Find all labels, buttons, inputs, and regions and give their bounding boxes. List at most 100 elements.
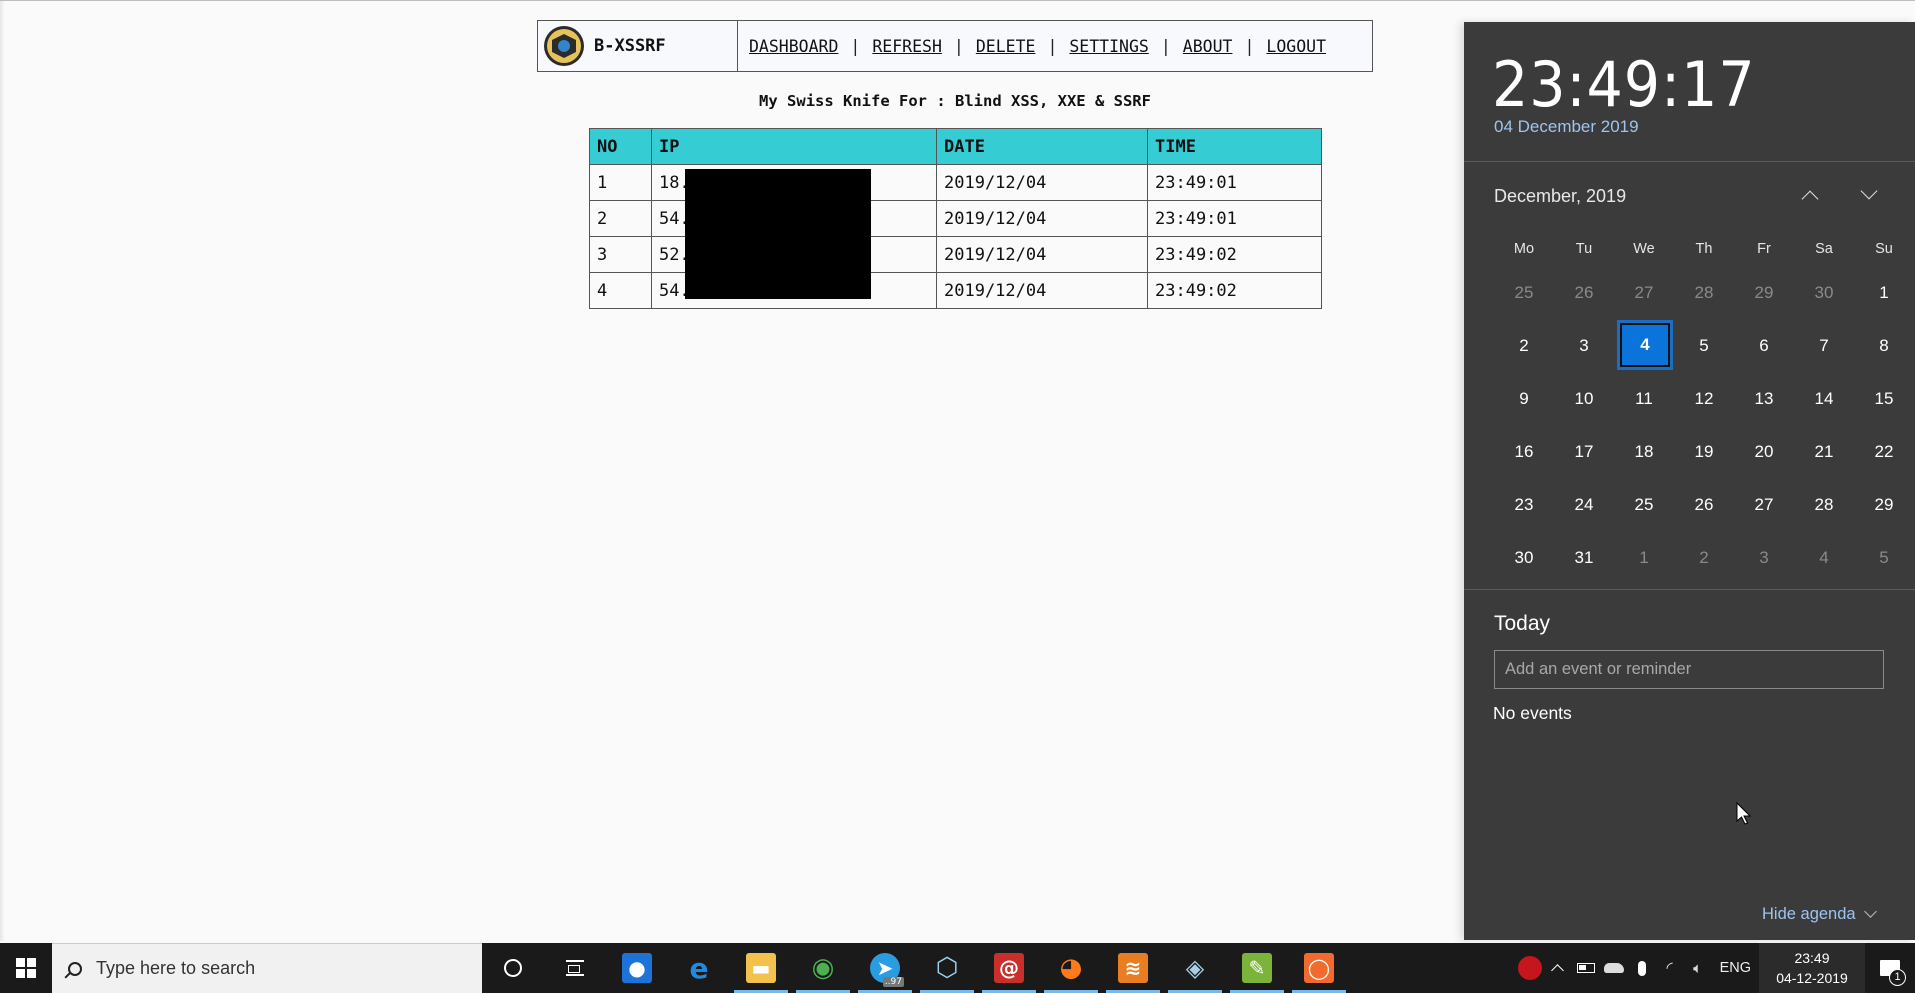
calendar-day[interactable]: 16 xyxy=(1494,425,1554,478)
taskbar-clock[interactable]: 23:49 04-12-2019 xyxy=(1759,943,1865,993)
nav-refresh[interactable]: REFRESH xyxy=(872,37,942,56)
calendar-day[interactable]: 31 xyxy=(1554,531,1614,584)
calendar-day[interactable]: 21 xyxy=(1794,425,1854,478)
hide-agenda-button[interactable]: Hide agenda xyxy=(1762,905,1877,924)
tray-bug-app[interactable] xyxy=(1516,943,1544,993)
calendar-day[interactable]: 3 xyxy=(1554,319,1614,372)
calendar-day[interactable]: 4 xyxy=(1794,531,1854,584)
calendar-day[interactable]: 17 xyxy=(1554,425,1614,478)
microphone-button[interactable] xyxy=(1628,943,1656,993)
unread-badge: ..97 xyxy=(882,977,904,987)
calendar-day[interactable]: 22 xyxy=(1854,425,1914,478)
taskbar-app-virtualbox[interactable]: ⬡ xyxy=(916,943,978,993)
calendar-day[interactable]: 3 xyxy=(1734,531,1794,584)
calendar-day[interactable]: 13 xyxy=(1734,372,1794,425)
calendar-day[interactable]: 12 xyxy=(1674,372,1734,425)
taskbar-app-firefox[interactable]: ◕ xyxy=(1040,943,1102,993)
tagline: My Swiss Knife For : Blind XSS, XXE & SS… xyxy=(759,92,1151,110)
taskbar-app-edge[interactable]: e xyxy=(668,943,730,993)
calendar-day[interactable]: 20 xyxy=(1734,425,1794,478)
calendar-day[interactable]: 30 xyxy=(1494,531,1554,584)
sublime-text-icon: ≋ xyxy=(1118,953,1148,983)
taskbar-app-sublime-text[interactable]: ≋ xyxy=(1102,943,1164,993)
edge-icon: e xyxy=(684,952,714,985)
column-header-time: TIME xyxy=(1147,128,1322,165)
weekday-header: Su xyxy=(1875,241,1893,257)
cell-date: 2019/12/04 xyxy=(936,200,1148,237)
nav-logout[interactable]: LOGOUT xyxy=(1266,37,1326,56)
bug-app-icon xyxy=(1517,956,1542,980)
next-month-button[interactable] xyxy=(1854,180,1884,210)
taskbar-app-file-explorer[interactable]: ▬ xyxy=(730,943,792,993)
calendar-day[interactable]: 26 xyxy=(1554,266,1614,319)
calendar-day[interactable]: 8 xyxy=(1854,319,1914,372)
cell-no: 1 xyxy=(589,164,652,201)
microphone-icon xyxy=(1637,960,1646,976)
calendar-day[interactable]: 26 xyxy=(1674,478,1734,531)
calendar-day[interactable]: 11 xyxy=(1614,372,1674,425)
calendar-day[interactable]: 27 xyxy=(1614,266,1674,319)
calendar-day[interactable]: 27 xyxy=(1734,478,1794,531)
action-center-button[interactable]: 1 xyxy=(1865,943,1915,993)
calendar-day[interactable]: 25 xyxy=(1494,266,1554,319)
calendar-day[interactable]: 9 xyxy=(1494,372,1554,425)
taskbar-app-screen-recorder[interactable]: ◯ xyxy=(1288,943,1350,993)
calendar-day[interactable]: 15 xyxy=(1854,372,1914,425)
show-hidden-icons-button[interactable] xyxy=(1544,943,1572,993)
previous-month-button[interactable] xyxy=(1795,180,1825,210)
calendar-day-today[interactable]: 4 xyxy=(1614,319,1674,372)
calendar-day[interactable]: 29 xyxy=(1854,478,1914,531)
task-view-button[interactable] xyxy=(544,943,606,993)
divider xyxy=(1464,589,1915,590)
add-event-input[interactable] xyxy=(1494,650,1884,689)
cloud-icon xyxy=(1603,963,1624,973)
start-button[interactable] xyxy=(0,943,52,993)
onedrive-button[interactable] xyxy=(1600,943,1628,993)
calendar-day[interactable]: 5 xyxy=(1674,319,1734,372)
calendar-day[interactable]: 10 xyxy=(1554,372,1614,425)
calendar-day[interactable]: 1 xyxy=(1854,266,1914,319)
calendar-day[interactable]: 6 xyxy=(1734,319,1794,372)
calendar-day[interactable]: 2 xyxy=(1494,319,1554,372)
calendar-grid: Mo Tu We Th Fr Sa Su 25 26 27 28 29 30 1 2 3 4 5 6 7 8 9 10 11 1… xyxy=(1494,232,1914,584)
volume-button[interactable]: 🔈︎ xyxy=(1684,943,1712,993)
calendar-day[interactable]: 24 xyxy=(1554,478,1614,531)
calendar-day[interactable]: 1 xyxy=(1614,531,1674,584)
calendar-day[interactable]: 29 xyxy=(1734,266,1794,319)
taskbar-app-telegram[interactable]: ➤ ..97 xyxy=(854,943,916,993)
nav-about[interactable]: ABOUT xyxy=(1183,37,1233,56)
taskbar-search-box[interactable]: Type here to search xyxy=(52,943,482,993)
calendar-day[interactable]: 19 xyxy=(1674,425,1734,478)
brand[interactable]: B-XSSRF xyxy=(538,21,738,71)
calendar-day[interactable]: 28 xyxy=(1794,478,1854,531)
network-button[interactable]: ◜ xyxy=(1656,943,1684,993)
calendar-day[interactable]: 30 xyxy=(1794,266,1854,319)
nav-delete[interactable]: DELETE xyxy=(976,37,1036,56)
calendar-day[interactable]: 7 xyxy=(1794,319,1854,372)
vpn-eye-icon: ◈ xyxy=(1180,953,1210,983)
search-icon xyxy=(68,961,82,976)
nav-dashboard[interactable]: DASHBOARD xyxy=(749,37,838,56)
taskbar-app-notepad-plus[interactable]: ✎ xyxy=(1226,943,1288,993)
taskbar: Type here to search ● e ▬ ◉ ➤ ..97 ⬡ @ ◕ ≋ ◈ ✎ ◯ ◜ 🔈… xyxy=(0,943,1915,993)
long-date-link[interactable]: 04 December 2019 xyxy=(1494,117,1639,137)
calendar-day[interactable]: 28 xyxy=(1674,266,1734,319)
nav-settings[interactable]: SETTINGS xyxy=(1069,37,1148,56)
task-view-icon xyxy=(566,960,584,976)
calendar-day[interactable]: 5 xyxy=(1854,531,1914,584)
month-label[interactable]: December, 2019 xyxy=(1494,186,1626,207)
calendar-day[interactable]: 25 xyxy=(1614,478,1674,531)
taskbar-app-vpn-eye[interactable]: ◈ xyxy=(1164,943,1226,993)
cell-time: 23:49:02 xyxy=(1147,272,1322,309)
column-header-date: DATE xyxy=(936,128,1148,165)
taskbar-app-debian-64[interactable]: @ xyxy=(978,943,1040,993)
calendar-day[interactable]: 23 xyxy=(1494,478,1554,531)
calendar-day[interactable]: 14 xyxy=(1794,372,1854,425)
cortana-button[interactable] xyxy=(482,943,544,993)
language-indicator[interactable]: ENG xyxy=(1712,943,1759,993)
taskbar-app-chrome[interactable]: ◉ xyxy=(792,943,854,993)
calendar-day[interactable]: 18 xyxy=(1614,425,1674,478)
calendar-day[interactable]: 2 xyxy=(1674,531,1734,584)
taskbar-app-bug-app[interactable]: ● xyxy=(606,943,668,993)
battery-button[interactable] xyxy=(1572,943,1600,993)
